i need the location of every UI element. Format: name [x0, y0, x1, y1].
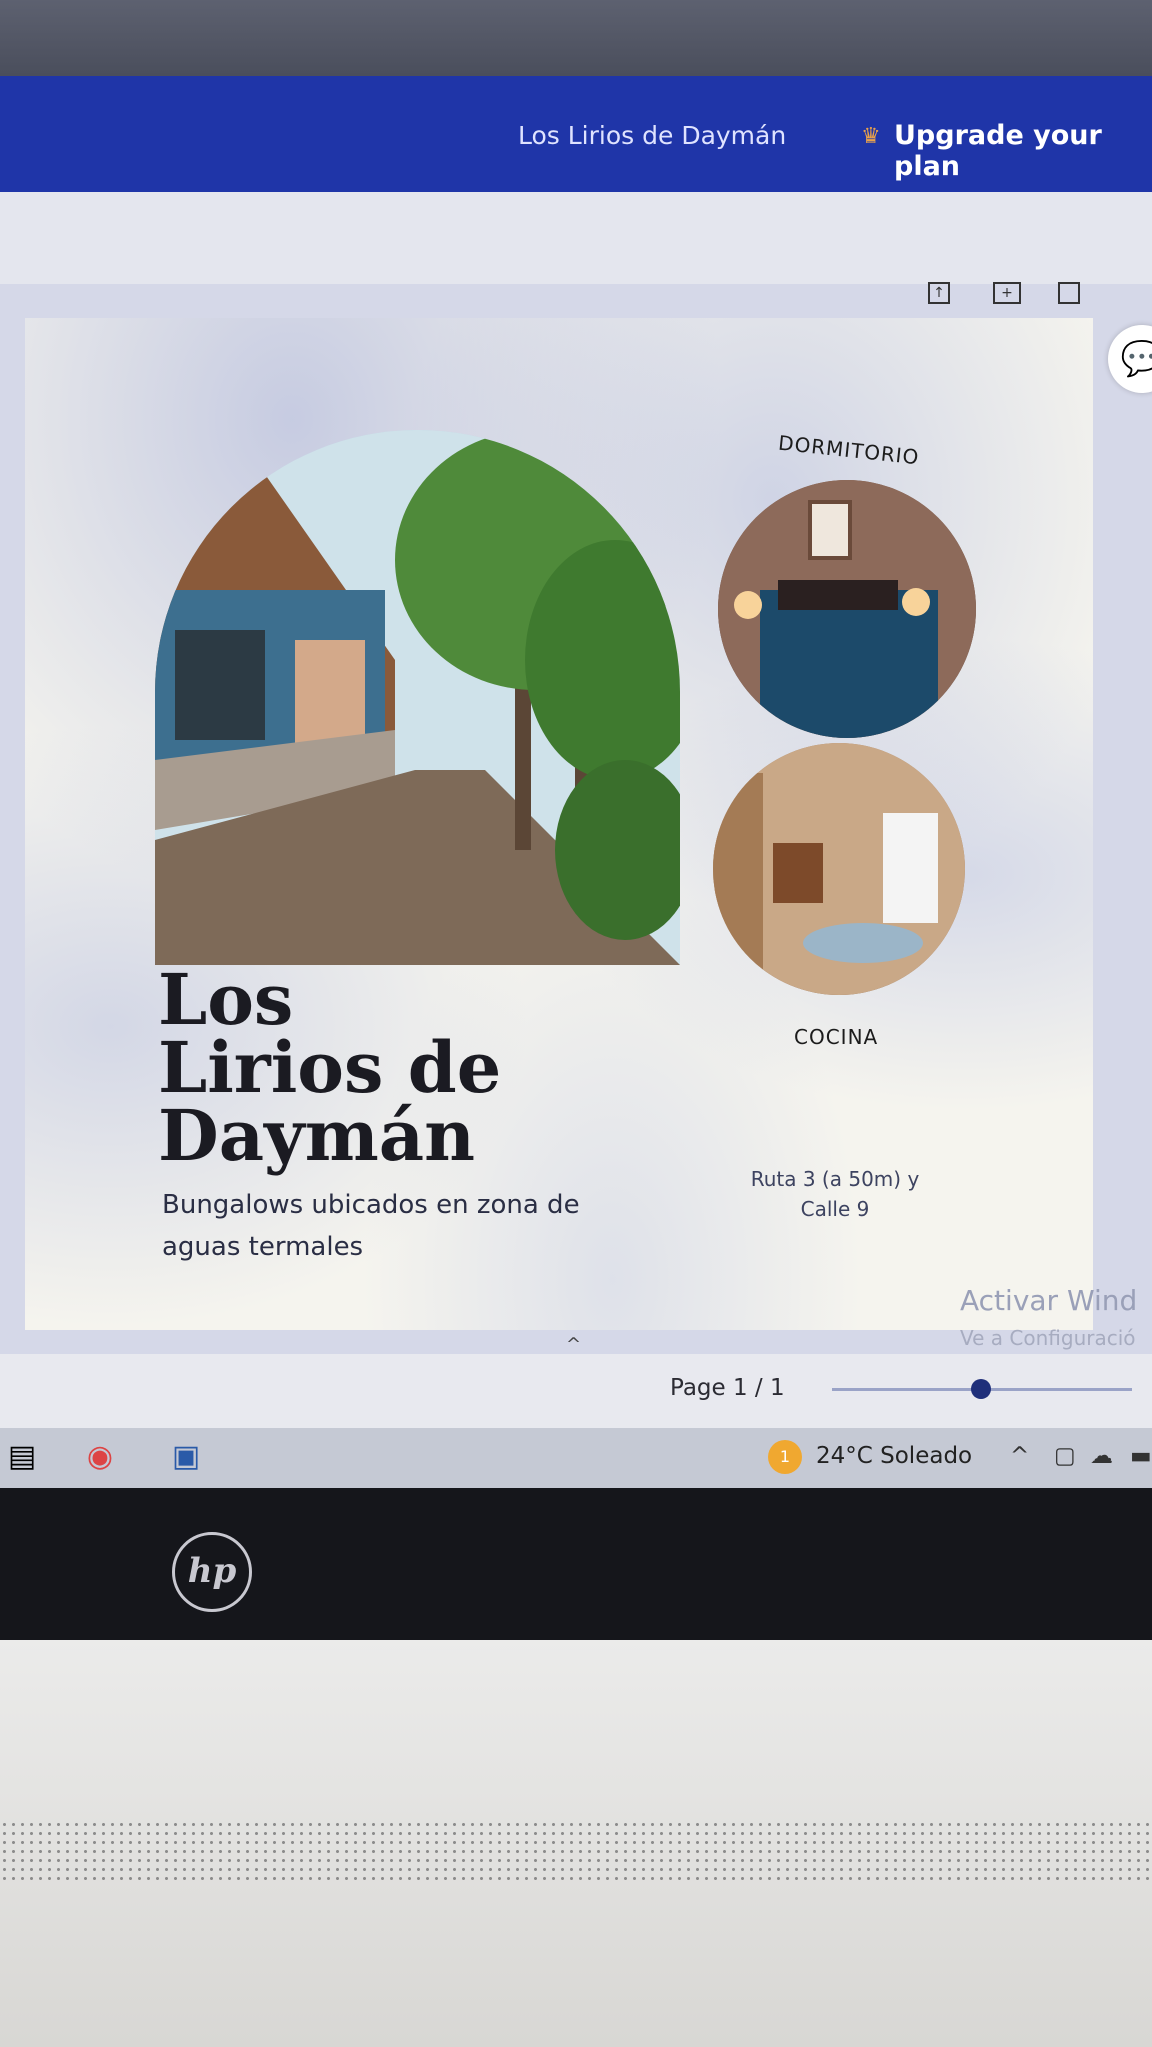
chevron-up-icon[interactable]: ^	[566, 1334, 581, 1355]
bedroom-photo[interactable]	[718, 480, 976, 738]
upload-icon[interactable]: ↑	[928, 282, 950, 304]
chrome-icon[interactable]: ◉	[78, 1435, 122, 1479]
speaker-grille	[0, 1820, 1152, 1880]
crown-icon: ♛	[861, 124, 881, 149]
duplicate-page-icon[interactable]	[1058, 282, 1080, 304]
bedroom-photo-illustration	[718, 480, 976, 738]
add-page-icon[interactable]: +	[993, 282, 1021, 304]
battery-icon[interactable]: ▬	[1130, 1443, 1152, 1469]
windows-activation-hint: Ve a Configuració	[960, 1326, 1136, 1350]
app-icon[interactable]: ▣	[164, 1435, 208, 1479]
kitchen-photo[interactable]	[713, 743, 965, 995]
browser-top-strip	[0, 0, 1152, 76]
main-property-photo[interactable]	[155, 430, 680, 965]
windows-activation-title: Activar Wind	[960, 1284, 1138, 1317]
kitchen-label: COCINA	[794, 1025, 879, 1049]
property-photo-illustration	[155, 430, 680, 965]
design-title-line-1: Los	[158, 958, 294, 1041]
design-tagline: Bungalows ubicados en zona de aguas term…	[162, 1190, 580, 1262]
page-indicator[interactable]: Page 1 / 1	[670, 1375, 785, 1401]
weather-status[interactable]: 24°C Soleado	[816, 1443, 972, 1469]
design-address: Ruta 3 (a 50m) y Calle 9	[750, 1167, 920, 1221]
kitchen-photo-illustration	[713, 743, 965, 995]
editor-toolbar	[0, 192, 1152, 284]
file-explorer-icon[interactable]: ▤	[0, 1435, 44, 1479]
design-title-line-2: Lirios de	[158, 1026, 502, 1109]
weather-icon[interactable]: 1	[768, 1440, 802, 1474]
zoom-slider-thumb[interactable]	[971, 1379, 991, 1399]
chevron-up-tray-icon[interactable]: ^	[1010, 1443, 1029, 1469]
design-title-line-3: Daymán	[158, 1094, 476, 1177]
upgrade-plan-button[interactable]: Upgrade your plan	[894, 120, 1152, 182]
cloud-icon[interactable]: ☁	[1090, 1443, 1113, 1469]
hp-logo: hp	[172, 1532, 252, 1612]
document-title[interactable]: Los Lirios de Daymán	[518, 121, 786, 150]
meet-icon[interactable]: ▢	[1054, 1443, 1076, 1469]
